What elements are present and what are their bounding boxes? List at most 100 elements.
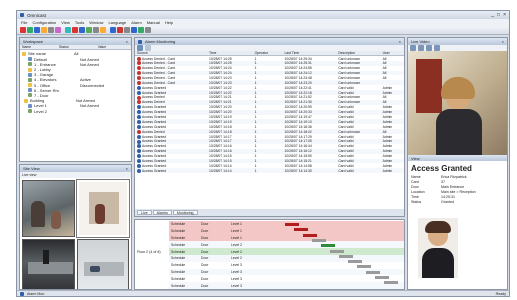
toolbar-button-icon[interactable] [86,27,92,33]
toolbar-button-icon[interactable] [79,27,85,33]
schedule-row[interactable]: Schedule Door Level 2 [169,241,404,249]
cell-text: 10/28/07 14:22:41 [284,85,312,90]
menu-view[interactable]: View [61,20,70,25]
cell-text: 10/28/07 14:25:34 [284,56,312,61]
column-header[interactable]: Name [20,45,58,51]
toolbar-button-icon[interactable] [131,27,137,33]
camera-tile[interactable] [76,239,129,289]
acknowledge-icon[interactable] [137,45,143,51]
tree-item-value: Disconnected [80,82,105,88]
camera-tile-selected[interactable] [75,179,130,238]
cell-text: Admin [382,168,393,173]
close-icon[interactable]: × [126,166,128,171]
menu-file[interactable]: File [21,20,27,25]
cell-text: 10/28/07 14:19 [208,115,232,120]
schedule-cell: Schedule [169,248,199,255]
toolbar-button-icon[interactable] [93,27,99,33]
schedule-row[interactable]: Schedule Door Level 3 [169,262,404,269]
cell-text: Access Granted [142,134,167,139]
schedule-row[interactable]: Schedule Door Level 3 [169,282,404,289]
cell-text: Access Granted [142,158,167,163]
schedule-row[interactable]: Schedule Door Level 3 [169,268,404,276]
app-window: Omnicast _ □ × File Configuration View T… [16,10,510,297]
schedule-cell: Door [199,248,229,255]
cell-text: 1 [254,100,257,105]
cell-text: 10/28/07 14:24:12 [284,71,312,75]
schedule-side-label: Floor 2 (4 of 8) [137,250,161,254]
table-cell: 10/28/07 14:14 [206,168,253,174]
toolbar-button-icon[interactable] [110,27,116,33]
detail-value: 37 [441,180,445,184]
alarm-denied-icon [137,66,141,71]
toolbar-button-icon[interactable] [55,27,61,33]
column-header[interactable]: Status [57,45,96,51]
schedule-cell: Level 2 [229,254,259,262]
camera-tile[interactable] [22,180,75,237]
toolbar-button-icon[interactable] [20,27,26,33]
menu-help[interactable]: Help [165,20,173,25]
cell-text: 1 [254,75,257,80]
schedule-row[interactable]: Schedule Door Level 2 [169,254,404,262]
table-row[interactable]: Access Granted 10/28/07 14:14 1 10/28/07 14… [135,168,404,174]
toolbar-button-icon[interactable] [65,27,71,33]
menu-configuration[interactable]: Configuration [32,20,56,25]
cell-text: Admin [382,124,393,129]
cell-text: Access Granted [142,139,167,144]
cell-text: 1 [254,110,257,115]
toolbar-button-icon[interactable] [41,27,47,33]
menu-language[interactable]: Language [108,20,126,25]
cell-text: Access Denied - Card [142,75,175,80]
cell-text: Access Granted [142,105,167,110]
cell-text: Card valid [338,149,354,154]
schedule-cell: Schedule [171,263,186,268]
close-icon[interactable]: × [503,12,506,18]
menu-tools[interactable]: Tools [75,20,84,25]
toolbar-button-icon[interactable] [145,27,151,33]
alarm-denied-icon [137,71,141,76]
toolbar-button-icon[interactable] [48,27,54,33]
toolbar-button-icon[interactable] [72,27,78,33]
alarm-table: Source Time Operator Last Time Descripti… [135,51,404,174]
cell-text: Access Denied - Card [142,66,175,71]
person-figure [51,211,61,229]
close-icon[interactable]: × [399,39,401,44]
schedule-timeline [259,248,404,255]
tab-monitoring[interactable]: Monitoring [172,210,198,215]
toolbar-button-icon[interactable] [27,27,33,33]
camera-tile[interactable] [22,239,75,289]
tab-live[interactable]: Live [137,210,152,215]
menu-window[interactable]: Window [89,20,103,25]
menu-alarm[interactable]: Alarm [131,20,141,25]
schedule-row[interactable]: Schedule Door Level 1 [169,221,404,228]
schedule-row[interactable]: Schedule Door Level 1 [169,234,404,242]
close-icon[interactable]: × [502,39,504,44]
cell-text: 10/28/07 14:21:30 [284,100,312,105]
cell-text: Card valid [338,154,354,159]
alarm-granted-icon [137,124,141,129]
toolbar-button-icon[interactable] [100,27,106,33]
maximize-icon[interactable]: □ [497,12,500,18]
toolbar-button-icon[interactable] [34,27,40,33]
minimize-icon[interactable]: _ [491,12,494,18]
tab-alarms[interactable]: Alarms [152,210,172,215]
cell-text: 1 [254,134,257,139]
column-header[interactable]: Value [95,45,131,51]
folder-icon [28,72,32,77]
alarm-granted-icon [137,149,141,154]
cell-text: 10/28/07 14:15:21 [284,159,312,164]
cell-text: Access Granted [142,114,167,119]
schedule-row[interactable]: Schedule Door Level 3 [169,275,404,282]
schedule-row[interactable]: Schedule Door Level 1 [169,227,404,235]
close-icon[interactable]: × [126,39,128,44]
cell-text: 10/28/07 14:23 [208,80,232,85]
schedule-row[interactable]: Schedule Door Level 2 [169,248,404,255]
tree-item[interactable]: Level 2 [22,108,129,114]
toolbar-button-icon[interactable] [138,27,144,33]
cell-text: Access Granted [142,110,167,115]
schedule-cell: Schedule [169,268,199,276]
live-video-feed[interactable] [408,51,507,155]
toolbar-button-icon[interactable] [124,27,130,33]
toolbar-button-icon[interactable] [117,27,123,33]
menu-manual[interactable]: Manual [147,20,160,25]
filter-icon[interactable] [145,45,151,51]
